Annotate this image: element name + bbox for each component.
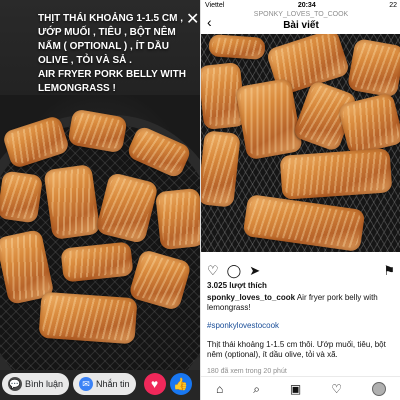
message-button[interactable]: ✉ Nhắn tin: [73, 373, 136, 395]
pork-piece: [346, 38, 400, 98]
pork-piece: [43, 164, 101, 240]
pork-piece: [38, 291, 138, 345]
activity-icon[interactable]: ♡: [331, 383, 342, 395]
post-header: ‹ SPONKY_LOVES_TO_COOK Bài viết: [201, 10, 400, 34]
like-reaction-button[interactable]: 👍: [169, 373, 192, 395]
heart-icon[interactable]: ♡: [207, 264, 219, 277]
clock-label: 20:34: [297, 2, 316, 9]
bookmark-icon[interactable]: ⚑: [383, 264, 395, 277]
comment-button[interactable]: 💬 Bình luận: [2, 373, 70, 395]
comment-icon: 💬: [8, 377, 22, 391]
heart-icon: ♥: [151, 377, 159, 391]
profile-icon[interactable]: [371, 381, 386, 396]
battery-label: 22: [389, 2, 397, 9]
story-photo: [0, 95, 200, 370]
story-action-bar: 💬 Bình luận ✉ Nhắn tin ♥ 👍: [0, 368, 200, 400]
hashtag-link[interactable]: #sponkylovestocook: [207, 321, 279, 330]
back-arrow-icon[interactable]: ‹: [207, 14, 212, 30]
post-caption: sponky_loves_to_cook Air fryer pork bell…: [207, 293, 397, 313]
page-title: Bài viết: [283, 20, 319, 31]
instagram-post-view: Viettel 20:34 22 ‹ SPONKY_LOVES_TO_COOK …: [200, 0, 400, 400]
close-icon[interactable]: ✕: [186, 12, 199, 28]
story-viewer: THỊT THÁI KHOẢNG 1-1.5 CM , ƯỚP MUỐI , T…: [0, 0, 200, 400]
header-username: SPONKY_LOVES_TO_COOK: [253, 11, 349, 18]
post-actions: ♡ ◯ ➤ ⚑: [207, 262, 395, 278]
carrier-label: Viettel: [205, 2, 225, 9]
story-overlay-text: THỊT THÁI KHOẢNG 1-1.5 CM , ƯỚP MUỐI , T…: [38, 13, 186, 94]
reels-icon[interactable]: ▣: [290, 383, 301, 395]
heart-reaction-button[interactable]: ♥: [143, 373, 166, 395]
post-photo[interactable]: [201, 34, 400, 252]
message-label: Nhắn tin: [96, 379, 130, 389]
pork-piece: [279, 148, 393, 200]
pork-piece: [60, 241, 134, 283]
post-description: Thịt thái khoảng 1-1.5 cm thôi. Ướp muối…: [207, 340, 386, 359]
caption-username[interactable]: sponky_loves_to_cook: [207, 293, 295, 302]
pork-piece: [0, 170, 44, 224]
share-icon[interactable]: ➤: [249, 264, 260, 277]
pork-piece: [208, 34, 266, 60]
comment-label: Bình luận: [25, 379, 64, 389]
post-timestamp: 180 đã xem trong 20 phút: [207, 368, 287, 375]
messenger-icon: ✉: [79, 377, 94, 391]
pork-piece: [155, 187, 200, 251]
likes-count[interactable]: 3.025 lượt thích: [207, 281, 267, 290]
like-icon: 👍: [173, 377, 189, 391]
home-icon[interactable]: ⌂: [216, 383, 223, 395]
search-icon[interactable]: ⌕: [253, 383, 260, 395]
bottom-tab-bar: ⌂ ⌕ ▣ ♡: [201, 376, 400, 400]
comment-icon[interactable]: ◯: [227, 264, 242, 277]
